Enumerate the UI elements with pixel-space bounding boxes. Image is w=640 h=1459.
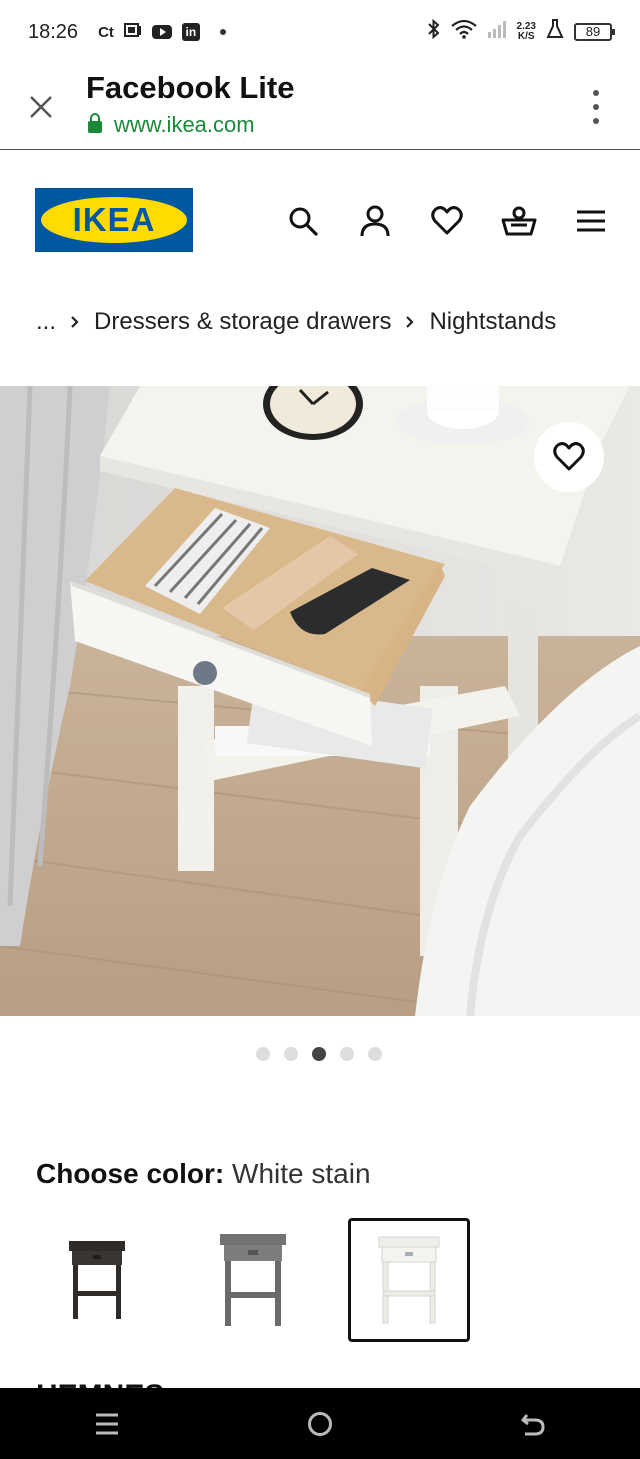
ikea-logo[interactable]: IKEA <box>35 188 193 252</box>
logo-text: IKEA <box>72 201 156 238</box>
breadcrumb: ... Dressers & storage drawers Nightstan… <box>36 308 556 336</box>
browser-title: Facebook Lite <box>86 70 295 105</box>
network-speed: 2.23 K/S <box>517 22 536 42</box>
color-value: White stain <box>232 1158 371 1189</box>
carousel-dot[interactable] <box>340 1047 354 1061</box>
swatch-black-brown[interactable] <box>36 1218 158 1342</box>
product-name: HEMNES <box>36 1376 164 1388</box>
chevron-right-icon <box>405 309 415 335</box>
home-icon[interactable] <box>290 1394 350 1454</box>
notification-dot-icon <box>219 29 226 35</box>
swatch-white-stain[interactable] <box>348 1218 470 1342</box>
site-header: IKEA <box>0 150 640 290</box>
color-label: Choose color: <box>36 1158 225 1189</box>
product-name-text: HEMNES <box>36 1376 164 1388</box>
overflow-menu-icon[interactable] <box>592 90 600 124</box>
breadcrumb-ellipsis[interactable]: ... <box>36 308 56 336</box>
recent-apps-icon[interactable] <box>77 1394 137 1454</box>
battery-icon: 89 <box>574 23 615 41</box>
wifi-icon <box>450 19 477 45</box>
color-selection: Choose color: White stain <box>36 1158 371 1190</box>
color-swatches <box>36 1218 470 1342</box>
system-navigation-bar <box>0 1388 640 1459</box>
basket-icon[interactable] <box>500 202 538 240</box>
url-bar[interactable]: www.ikea.com <box>88 112 255 138</box>
custom-tab-header: Facebook Lite www.ikea.com <box>0 64 640 150</box>
status-time: 18:26 <box>28 20 79 43</box>
carousel-dot[interactable] <box>368 1047 382 1061</box>
bluetooth-icon <box>427 18 441 45</box>
chevron-right-icon <box>70 309 80 335</box>
close-icon[interactable] <box>28 94 56 122</box>
linkedin-icon: in <box>181 23 200 41</box>
lock-icon <box>88 113 102 133</box>
carousel-indicator <box>256 1047 382 1061</box>
signal-icon <box>487 20 507 44</box>
image-icon <box>123 21 142 44</box>
page-url: www.ikea.com <box>114 112 255 137</box>
carousel-dot[interactable] <box>284 1047 298 1061</box>
youtube-icon <box>151 25 172 39</box>
account-icon[interactable] <box>356 202 394 240</box>
menu-icon[interactable] <box>572 202 610 240</box>
breadcrumb-dressers[interactable]: Dressers & storage drawers <box>94 308 391 336</box>
ct-icon: Ct <box>98 23 114 41</box>
carousel-dot[interactable] <box>256 1047 270 1061</box>
favorites-icon[interactable] <box>428 202 466 240</box>
header-nav <box>284 202 610 240</box>
add-to-favorites-button[interactable] <box>534 422 604 492</box>
swatch-gray[interactable] <box>192 1218 314 1342</box>
back-icon[interactable] <box>503 1394 563 1454</box>
status-bar: 18:26 Ct in 2.23 K/S 89 <box>0 0 640 64</box>
breadcrumb-nightstands[interactable]: Nightstands <box>429 308 556 336</box>
carousel-dot-active[interactable] <box>312 1047 326 1061</box>
search-icon[interactable] <box>284 202 322 240</box>
heart-icon <box>553 442 585 471</box>
product-image[interactable] <box>0 386 640 1016</box>
network-speed-unit: K/S <box>517 31 535 42</box>
flask-icon <box>546 19 564 45</box>
status-right-icons: 2.23 K/S 89 <box>427 18 615 45</box>
notification-icons: Ct in <box>98 21 226 44</box>
